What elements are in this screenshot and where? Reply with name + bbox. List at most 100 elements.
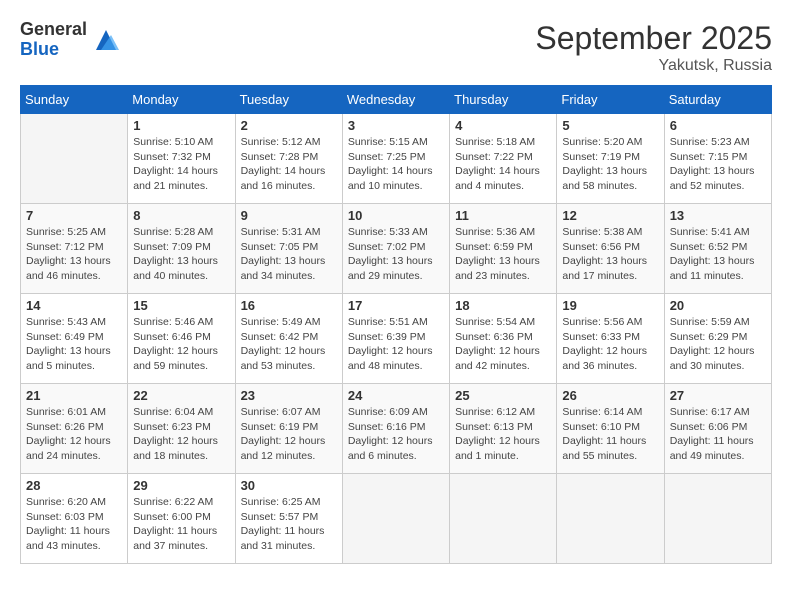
calendar-table: SundayMondayTuesdayWednesdayThursdayFrid… — [20, 85, 772, 564]
day-number: 21 — [26, 388, 122, 403]
calendar-cell: 16 Sunrise: 5:49 AMSunset: 6:42 PMDayligh… — [235, 294, 342, 384]
day-number: 17 — [348, 298, 444, 313]
day-info: Sunrise: 5:28 AMSunset: 7:09 PMDaylight:… — [133, 225, 229, 284]
logo: General Blue — [20, 20, 121, 60]
calendar-cell: 20Sunrise: 5:59 AMSunset: 6:29 PMDayligh… — [664, 294, 771, 384]
day-number: 1 — [133, 118, 229, 133]
day-number: 4 — [455, 118, 551, 133]
calendar-cell: 29Sunrise: 6:22 AMSunset: 6:00 PMDayligh… — [128, 474, 235, 564]
calendar-cell: 21 Sunrise: 6:01 AMSunset: 6:26 PMDayligh… — [21, 384, 128, 474]
weekday-header-tuesday: Tuesday — [235, 86, 342, 114]
month-year-title: September 2025 — [535, 20, 772, 57]
calendar-cell: 14 Sunrise: 5:43 AMSunset: 6:49 PMDayligh… — [21, 294, 128, 384]
day-number: 22 — [133, 388, 229, 403]
day-number: 30 — [241, 478, 337, 493]
day-number: 2 — [241, 118, 337, 133]
day-number: 24 — [348, 388, 444, 403]
day-info: Sunrise: 5:43 AMSunset: 6:49 PMDaylight:… — [26, 315, 122, 374]
calendar-cell: 12 Sunrise: 5:38 AMSunset: 6:56 PMDayligh… — [557, 204, 664, 294]
day-info: Sunrise: 5:41 AMSunset: 6:52 PMDaylight:… — [670, 225, 766, 284]
title-block: September 2025 Yakutsk, Russia — [535, 20, 772, 75]
day-number: 9 — [241, 208, 337, 223]
day-info: Sunrise: 6:07 AMSunset: 6:19 PMDaylight:… — [241, 405, 337, 464]
day-info: Sunrise: 5:18 AMSunset: 7:22 PMDaylight:… — [455, 135, 551, 194]
day-info: Sunrise: 6:01 AMSunset: 6:26 PMDaylight:… — [26, 405, 122, 464]
calendar-cell — [450, 474, 557, 564]
day-info: Sunrise: 5:20 AMSunset: 7:19 PMDaylight:… — [562, 135, 658, 194]
day-info: Sunrise: 5:25 AMSunset: 7:12 PMDaylight:… — [26, 225, 122, 284]
location-subtitle: Yakutsk, Russia — [535, 57, 772, 75]
day-number: 15 — [133, 298, 229, 313]
logo-icon — [91, 25, 121, 55]
weekday-header-friday: Friday — [557, 86, 664, 114]
calendar-cell: 3 Sunrise: 5:15 AMSunset: 7:25 PMDaylight… — [342, 114, 449, 204]
calendar-week-row: 1 Sunrise: 5:10 AMSunset: 7:32 PMDaylight… — [21, 114, 772, 204]
calendar-cell: 11 Sunrise: 5:36 AMSunset: 6:59 PMDayligh… — [450, 204, 557, 294]
calendar-cell: 26Sunrise: 6:14 AMSunset: 6:10 PMDayligh… — [557, 384, 664, 474]
day-number: 7 — [26, 208, 122, 223]
calendar-cell: 27 Sunrise: 6:17 AMSunset: 6:06 PMDayligh… — [664, 384, 771, 474]
calendar-cell: 13 Sunrise: 5:41 AMSunset: 6:52 PMDayligh… — [664, 204, 771, 294]
calendar-cell: 1 Sunrise: 5:10 AMSunset: 7:32 PMDaylight… — [128, 114, 235, 204]
logo-general: General — [20, 20, 87, 40]
day-info: Sunrise: 5:49 AMSunset: 6:42 PMDaylight:… — [241, 315, 337, 374]
day-info: Sunrise: 6:14 AMSunset: 6:10 PMDaylight:… — [562, 405, 658, 464]
calendar-cell: 17Sunrise: 5:51 AMSunset: 6:39 PMDayligh… — [342, 294, 449, 384]
day-number: 12 — [562, 208, 658, 223]
day-number: 18 — [455, 298, 551, 313]
day-info: Sunrise: 5:33 AMSunset: 7:02 PMDaylight:… — [348, 225, 444, 284]
day-info: Sunrise: 5:31 AMSunset: 7:05 PMDaylight:… — [241, 225, 337, 284]
weekday-header-monday: Monday — [128, 86, 235, 114]
day-info: Sunrise: 5:54 AMSunset: 6:36 PMDaylight:… — [455, 315, 551, 374]
calendar-week-row: 28 Sunrise: 6:20 AMSunset: 6:03 PMDayligh… — [21, 474, 772, 564]
day-info: Sunrise: 6:09 AMSunset: 6:16 PMDaylight:… — [348, 405, 444, 464]
calendar-week-row: 7 Sunrise: 5:25 AMSunset: 7:12 PMDaylight… — [21, 204, 772, 294]
day-number: 16 — [241, 298, 337, 313]
calendar-cell: 8 Sunrise: 5:28 AMSunset: 7:09 PMDaylight… — [128, 204, 235, 294]
calendar-cell: 24 Sunrise: 6:09 AMSunset: 6:16 PMDayligh… — [342, 384, 449, 474]
day-info: Sunrise: 5:36 AMSunset: 6:59 PMDaylight:… — [455, 225, 551, 284]
day-info: Sunrise: 5:12 AMSunset: 7:28 PMDaylight:… — [241, 135, 337, 194]
calendar-cell: 10 Sunrise: 5:33 AMSunset: 7:02 PMDayligh… — [342, 204, 449, 294]
weekday-header-row: SundayMondayTuesdayWednesdayThursdayFrid… — [21, 86, 772, 114]
day-number: 6 — [670, 118, 766, 133]
calendar-cell: 25Sunrise: 6:12 AMSunset: 6:13 PMDayligh… — [450, 384, 557, 474]
calendar-cell: 30Sunrise: 6:25 AMSunset: 5:57 PMDayligh… — [235, 474, 342, 564]
day-info: Sunrise: 6:17 AMSunset: 6:06 PMDaylight:… — [670, 405, 766, 464]
day-info: Sunrise: 6:22 AMSunset: 6:00 PMDaylight:… — [133, 495, 229, 554]
day-info: Sunrise: 5:10 AMSunset: 7:32 PMDaylight:… — [133, 135, 229, 194]
day-info: Sunrise: 5:56 AMSunset: 6:33 PMDaylight:… — [562, 315, 658, 374]
day-number: 3 — [348, 118, 444, 133]
day-number: 23 — [241, 388, 337, 403]
day-info: Sunrise: 6:20 AMSunset: 6:03 PMDaylight:… — [26, 495, 122, 554]
weekday-header-wednesday: Wednesday — [342, 86, 449, 114]
calendar-cell: 7 Sunrise: 5:25 AMSunset: 7:12 PMDaylight… — [21, 204, 128, 294]
calendar-cell — [342, 474, 449, 564]
calendar-cell: 23 Sunrise: 6:07 AMSunset: 6:19 PMDayligh… — [235, 384, 342, 474]
calendar-cell: 19 Sunrise: 5:56 AMSunset: 6:33 PMDayligh… — [557, 294, 664, 384]
day-info: Sunrise: 6:04 AMSunset: 6:23 PMDaylight:… — [133, 405, 229, 464]
day-info: Sunrise: 5:15 AMSunset: 7:25 PMDaylight:… — [348, 135, 444, 194]
day-number: 28 — [26, 478, 122, 493]
day-number: 10 — [348, 208, 444, 223]
day-info: Sunrise: 5:38 AMSunset: 6:56 PMDaylight:… — [562, 225, 658, 284]
weekday-header-sunday: Sunday — [21, 86, 128, 114]
day-number: 5 — [562, 118, 658, 133]
day-number: 19 — [562, 298, 658, 313]
calendar-cell: 9 Sunrise: 5:31 AMSunset: 7:05 PMDaylight… — [235, 204, 342, 294]
weekday-header-thursday: Thursday — [450, 86, 557, 114]
day-number: 8 — [133, 208, 229, 223]
calendar-cell: 28 Sunrise: 6:20 AMSunset: 6:03 PMDayligh… — [21, 474, 128, 564]
day-info: Sunrise: 6:12 AMSunset: 6:13 PMDaylight:… — [455, 405, 551, 464]
calendar-cell: 4 Sunrise: 5:18 AMSunset: 7:22 PMDaylight… — [450, 114, 557, 204]
calendar-cell: 15 Sunrise: 5:46 AMSunset: 6:46 PMDayligh… — [128, 294, 235, 384]
day-number: 11 — [455, 208, 551, 223]
day-info: Sunrise: 5:59 AMSunset: 6:29 PMDaylight:… — [670, 315, 766, 374]
day-info: Sunrise: 5:46 AMSunset: 6:46 PMDaylight:… — [133, 315, 229, 374]
day-number: 14 — [26, 298, 122, 313]
day-number: 13 — [670, 208, 766, 223]
day-info: Sunrise: 5:23 AMSunset: 7:15 PMDaylight:… — [670, 135, 766, 194]
calendar-cell — [557, 474, 664, 564]
day-number: 27 — [670, 388, 766, 403]
calendar-cell — [21, 114, 128, 204]
